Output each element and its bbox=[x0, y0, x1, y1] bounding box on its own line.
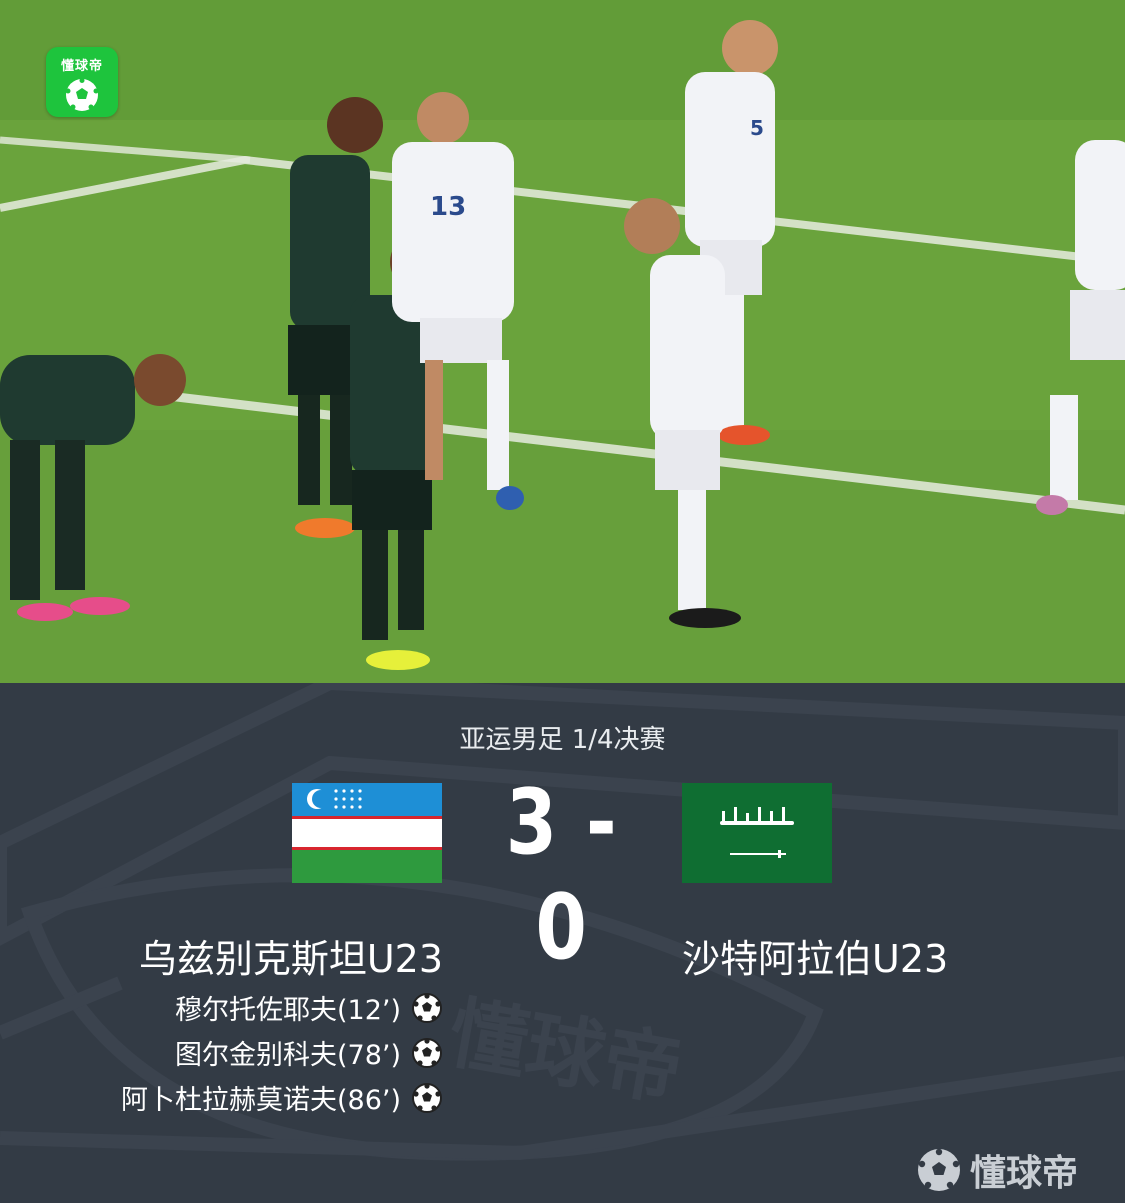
match-score: 3 - 0 bbox=[505, 770, 619, 980]
scorer-item: 图尔金别科夫(78’) bbox=[121, 1030, 443, 1075]
scorer-text: 穆尔托佐耶夫(12’) bbox=[174, 995, 401, 1026]
soccer-ball-icon bbox=[412, 1037, 442, 1068]
app-logo[interactable]: 懂球帝 bbox=[46, 47, 118, 117]
scorer-item: 穆尔托佐耶夫(12’) bbox=[121, 985, 443, 1030]
pitch-scene: 13 5 bbox=[0, 0, 1125, 683]
soccer-ball-icon bbox=[918, 1148, 960, 1191]
uzbekistan-flag-icon bbox=[292, 783, 442, 883]
svg-text:5: 5 bbox=[750, 116, 764, 140]
brand-watermark: 懂球帝 bbox=[916, 1144, 1078, 1196]
home-team-name: 乌兹别克斯坦U23 bbox=[138, 937, 443, 981]
home-scorers-list: 穆尔托佐耶夫(12’) 图尔金别科夫(78’) 阿卜杜拉赫莫诺夫(86’) bbox=[121, 985, 443, 1120]
saudi-arabia-flag-icon bbox=[682, 783, 832, 883]
soccer-ball-icon bbox=[412, 1082, 442, 1113]
app-logo-text: 懂球帝 bbox=[60, 59, 103, 74]
away-team-name: 沙特阿拉伯U23 bbox=[682, 937, 949, 981]
svg-text:懂球帝: 懂球帝 bbox=[442, 988, 688, 1117]
soccer-ball-icon bbox=[412, 992, 442, 1023]
scorer-text: 阿卜杜拉赫莫诺夫(86’) bbox=[120, 1085, 401, 1116]
match-photo: 13 5 懂球帝 bbox=[0, 0, 1125, 683]
watermark-text: 懂球帝 bbox=[970, 1153, 1079, 1194]
match-stage-label: 亚运男足 1/4决赛 bbox=[459, 725, 666, 755]
scorer-item: 阿卜杜拉赫莫诺夫(86’) bbox=[121, 1075, 443, 1120]
soccer-ball-icon bbox=[65, 78, 99, 111]
scorer-text: 图尔金别科夫(78’) bbox=[174, 1040, 401, 1071]
svg-text:13: 13 bbox=[430, 192, 466, 222]
